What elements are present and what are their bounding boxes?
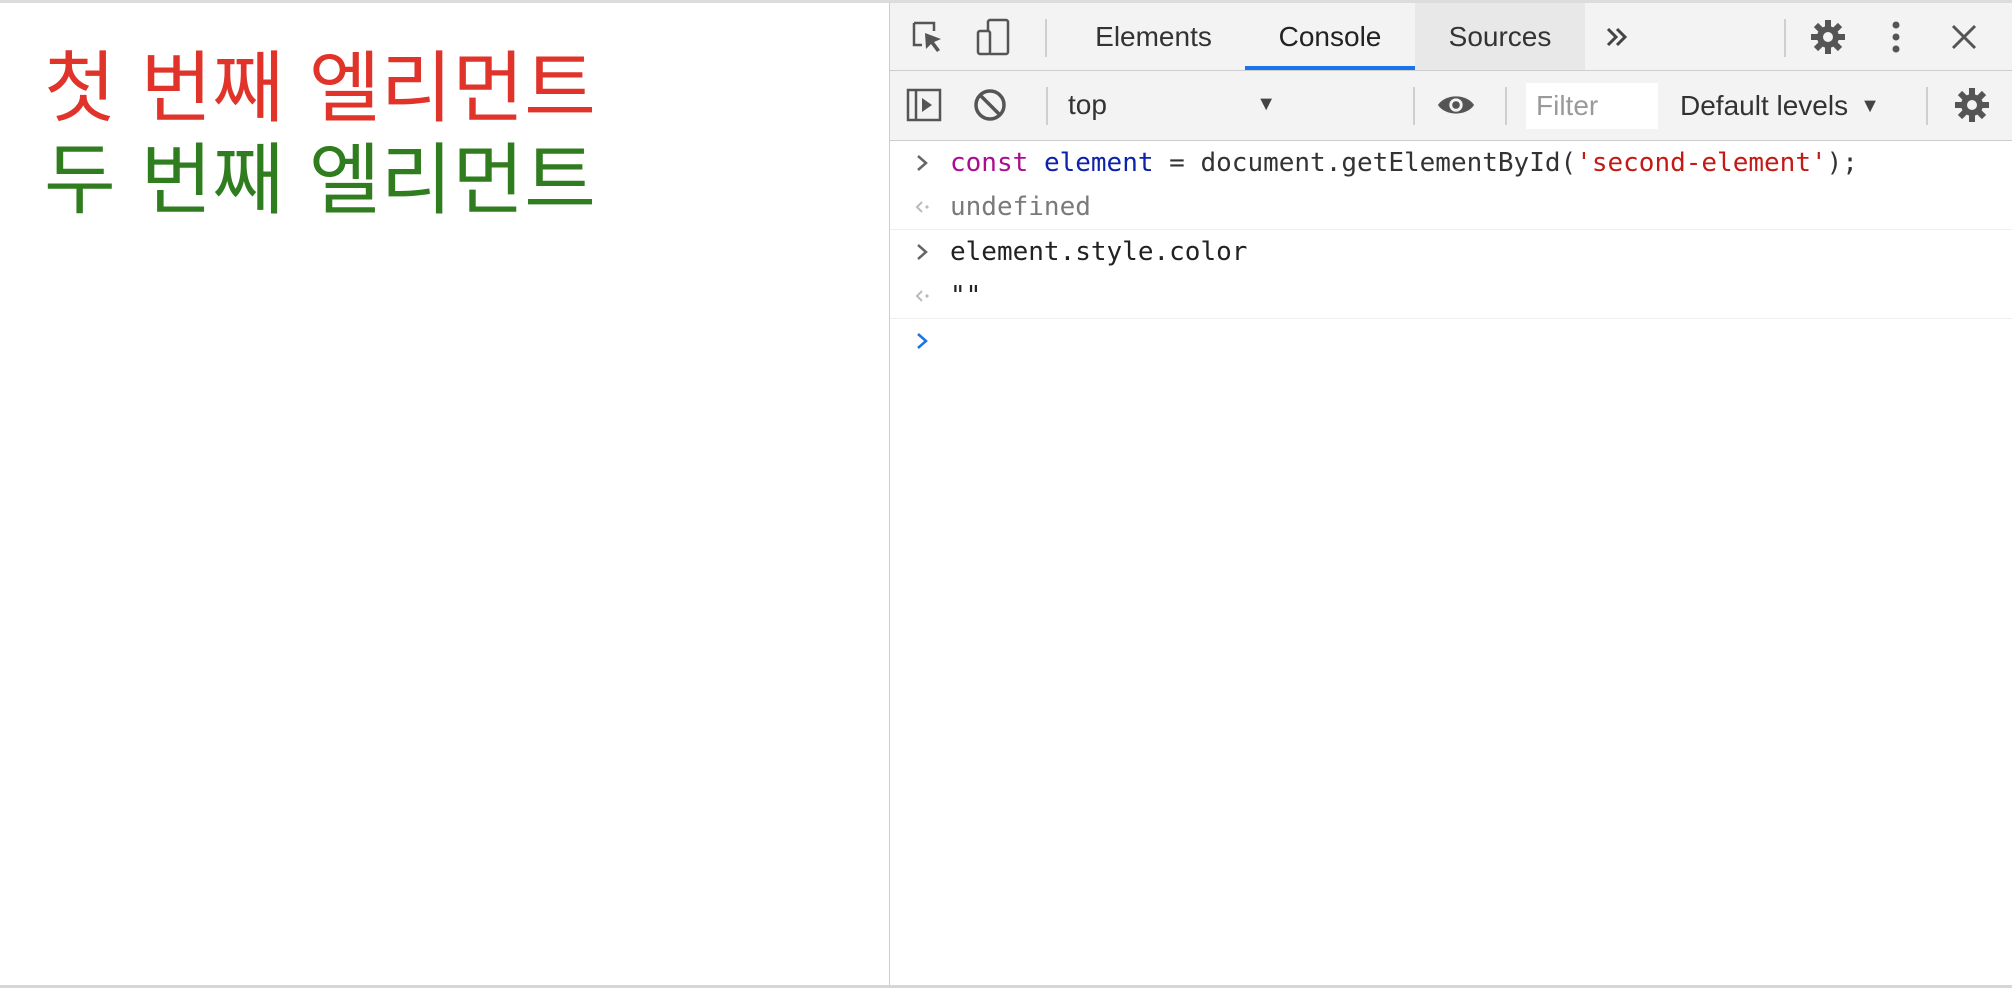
code-keyword: const	[950, 148, 1029, 178]
log-levels-dropdown[interactable]: Default levels ▼	[1680, 83, 1880, 129]
result-arrow-icon	[908, 282, 936, 310]
code-operator: =	[1153, 148, 1201, 178]
code-call: document.getElementById(	[1200, 148, 1577, 178]
console-result-line: undefined	[890, 185, 2012, 229]
toolbar-separator-2	[1413, 87, 1415, 125]
show-sidebar-icon[interactable]	[904, 85, 944, 125]
log-levels-label: Default levels	[1680, 90, 1849, 121]
console-prompt-line[interactable]	[890, 319, 2012, 363]
tab-console[interactable]: Console	[1245, 3, 1415, 70]
toolbar-separator-3	[1505, 87, 1507, 125]
console-result-line: ""	[890, 274, 2012, 318]
console-result-value: ""	[950, 281, 982, 311]
devtools-panel: Elements Console Sources top ▼ Filter De…	[889, 3, 2012, 985]
tabbar-separator-right	[1784, 19, 1786, 57]
code-end: );	[1826, 148, 1858, 178]
more-options-icon[interactable]	[1876, 17, 1916, 57]
inspect-element-icon[interactable]	[908, 17, 948, 57]
console-entry: element.style.color ""	[890, 230, 2012, 319]
console-output[interactable]: const element = document.getElementById(…	[890, 141, 2012, 985]
app-window: 첫 번째 엘리먼트 두 번째 엘리먼트 Elements Console Sou…	[0, 0, 2012, 988]
execution-context-select[interactable]: top ▼	[1068, 83, 1286, 127]
execution-context-value: top	[1068, 89, 1107, 120]
code-variable: element	[1043, 148, 1154, 178]
dropdown-arrow-icon: ▼	[1860, 94, 1880, 117]
settings-gear-icon[interactable]	[1808, 17, 1848, 57]
devtools-tab-bar: Elements Console Sources	[890, 3, 2012, 71]
console-input-line: element.style.color	[890, 230, 2012, 274]
toolbar-separator	[1046, 87, 1048, 125]
web-page: 첫 번째 엘리먼트 두 번째 엘리먼트	[0, 3, 889, 985]
input-chevron-icon	[908, 238, 936, 266]
console-input-line: const element = document.getElementById(…	[890, 141, 2012, 185]
tab-sources[interactable]: Sources	[1415, 3, 1585, 70]
device-toolbar-icon[interactable]	[974, 17, 1014, 57]
input-chevron-icon	[908, 149, 936, 177]
console-input-text: element.style.color	[950, 237, 1248, 267]
code-string: 'second-element'	[1576, 148, 1827, 178]
chevron-double-right-icon[interactable]	[1597, 17, 1637, 57]
console-settings-gear-icon[interactable]	[1952, 85, 1992, 125]
active-prompt-chevron-icon	[908, 327, 936, 355]
close-icon[interactable]	[1944, 17, 1984, 57]
result-arrow-icon	[908, 193, 936, 221]
console-result-value: undefined	[950, 192, 1091, 222]
console-toolbar: top ▼ Default levels ▼	[890, 71, 2012, 141]
filter-input[interactable]	[1526, 83, 1658, 129]
first-element: 첫 번째 엘리먼트	[44, 44, 596, 134]
dropdown-arrow-icon: ▼	[1256, 93, 1276, 115]
clear-console-icon[interactable]	[970, 85, 1010, 125]
second-element: 두 번째 엘리먼트	[44, 136, 596, 226]
tab-elements[interactable]: Elements	[1056, 3, 1251, 70]
tabbar-separator	[1045, 19, 1047, 57]
eye-icon[interactable]	[1436, 85, 1476, 125]
console-entry: const element = document.getElementById(…	[890, 141, 2012, 230]
toolbar-separator-4	[1926, 87, 1928, 125]
